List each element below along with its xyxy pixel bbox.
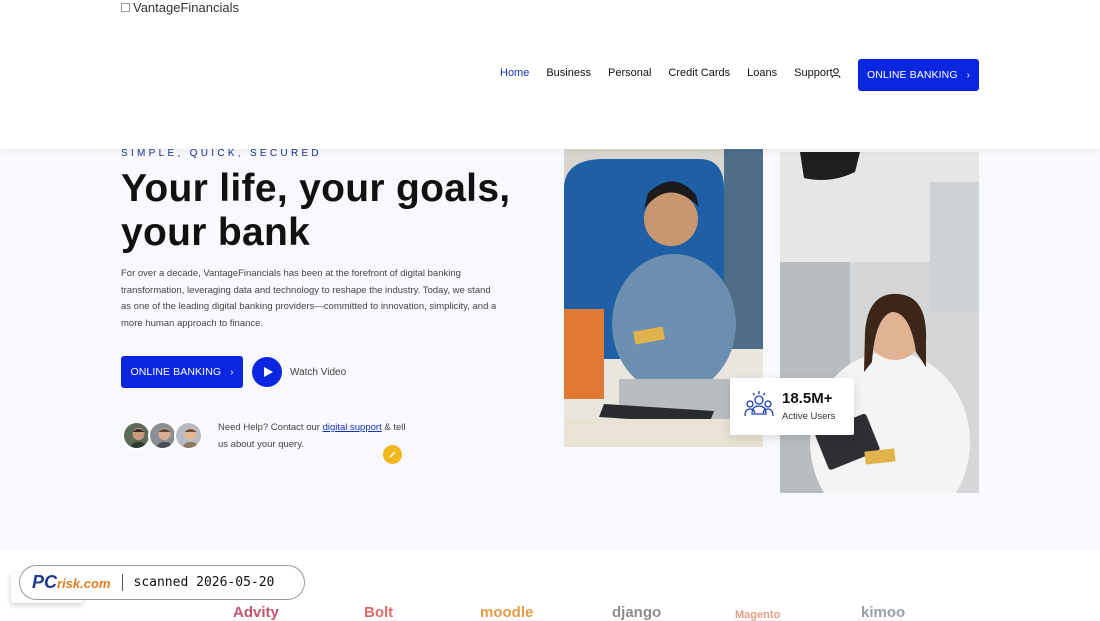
partner-logo-moodle: moodle — [480, 604, 534, 621]
avatar — [148, 421, 177, 450]
partner-logo-bolt: Bolt — [364, 604, 394, 621]
chevron-right-icon: › — [966, 69, 971, 81]
site-header: VantageFinancials Home Business Personal… — [0, 0, 1100, 149]
nav-credit-cards[interactable]: Credit Cards — [668, 67, 730, 79]
hero-title: Your life, your goals, your bank — [121, 167, 511, 254]
support-avatars — [122, 421, 203, 450]
hero-photo-woman-tablet — [780, 152, 979, 493]
scan-watermark: PCrisk.com scanned 2026-05-20 — [19, 565, 305, 600]
play-icon — [264, 367, 273, 377]
main-nav: Home Business Personal Credit Cards Loan… — [500, 67, 850, 79]
hero-eyebrow: SIMPLE, QUICK, SECURED — [121, 148, 322, 159]
active-users-count: 18.5M+ — [782, 390, 833, 407]
watermark-logo: PCrisk.com — [32, 572, 111, 593]
header-online-banking-label: ONLINE BANKING — [866, 69, 958, 81]
coin-icon — [383, 445, 402, 464]
watermark-logo-main: PC — [32, 572, 58, 592]
brand-logo[interactable]: VantageFinancials — [121, 0, 239, 15]
watch-video-link[interactable]: Watch Video — [290, 367, 346, 378]
watermark-text: scanned 2026-05-20 — [133, 575, 275, 590]
hero-description: For over a decade, VantageFinancials has… — [121, 268, 497, 329]
play-video-button[interactable] — [252, 357, 282, 387]
header-online-banking-button[interactable]: ONLINE BANKING › — [858, 59, 979, 91]
hero-online-banking-button[interactable]: ONLINE BANKING › — [121, 356, 243, 388]
help-text: Need Help? Contact our digital support &… — [218, 419, 408, 453]
nav-business[interactable]: Business — [546, 67, 591, 79]
partner-logo-django: django — [612, 604, 662, 621]
user-icon[interactable] — [831, 68, 841, 79]
brand-logo-alt: VantageFinancials — [133, 0, 239, 15]
users-group-icon — [744, 391, 774, 417]
avatar — [174, 421, 203, 450]
nav-personal[interactable]: Personal — [608, 67, 651, 79]
avatar — [122, 421, 151, 450]
active-users-label: Active Users — [782, 411, 836, 422]
partner-logo-advity: Advity — [233, 604, 279, 621]
hero-online-banking-label: ONLINE BANKING — [130, 366, 222, 378]
partner-logo-magento: Magento — [735, 609, 781, 621]
watermark-logo-suffix: risk.com — [57, 576, 111, 591]
help-prefix: Need Help? Contact our — [218, 422, 323, 433]
nav-home[interactable]: Home — [500, 67, 529, 79]
digital-support-link[interactable]: digital support — [323, 422, 382, 433]
watermark-separator — [121, 574, 123, 591]
broken-image-icon — [121, 3, 130, 12]
nav-loans[interactable]: Loans — [747, 67, 777, 79]
partner-logo-kimoo: kimoo — [861, 604, 906, 621]
active-users-card: 18.5M+ Active Users — [730, 378, 854, 435]
chevron-right-icon: › — [230, 366, 234, 378]
nav-support[interactable]: Support — [794, 67, 833, 79]
